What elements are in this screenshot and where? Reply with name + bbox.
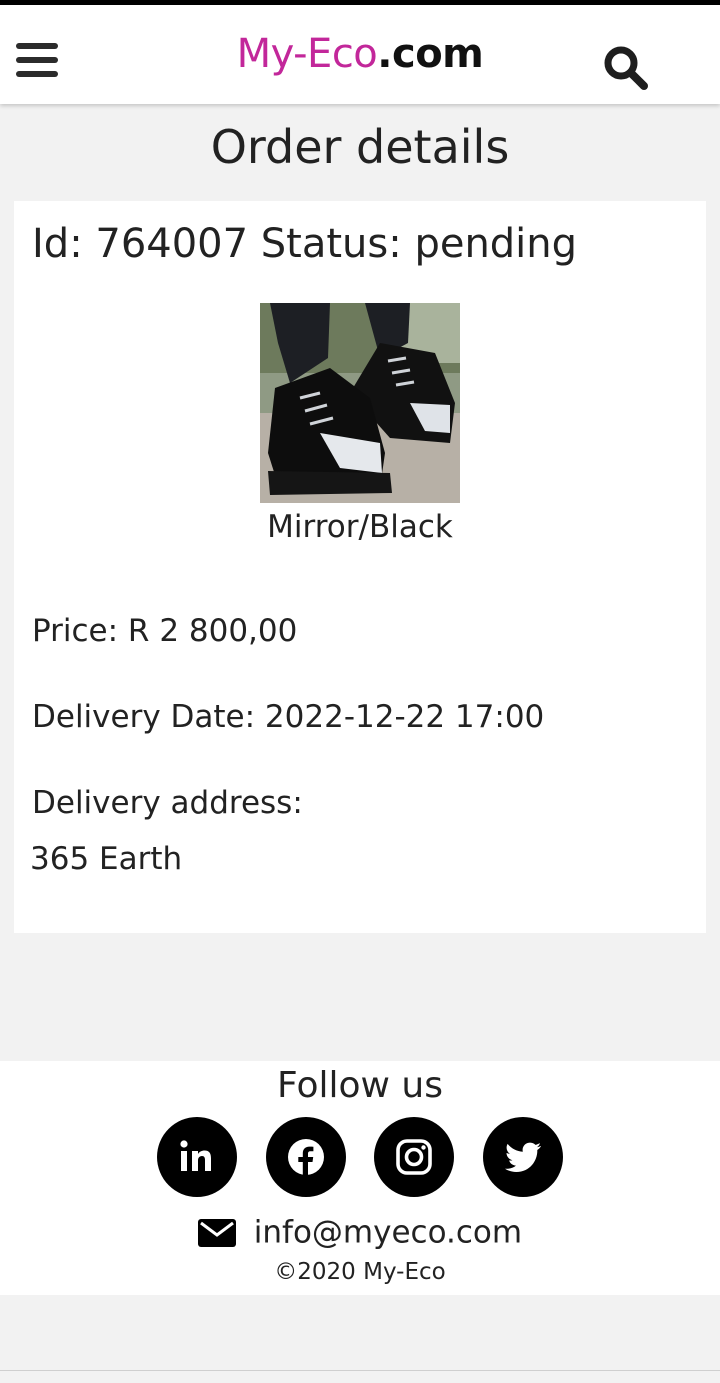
instagram-icon[interactable]	[374, 1117, 454, 1197]
delivery-date: Delivery Date: 2022-12-22 17:00	[32, 699, 545, 735]
order-card: Id: 764007 Status: pending Mirror/Black …	[14, 201, 706, 933]
page-title: Order details	[210, 120, 510, 174]
copyright-text: ©2020 My-Eco	[274, 1259, 446, 1285]
product-variant: Mirror/Black	[267, 509, 453, 545]
product-image	[260, 303, 460, 503]
order-price: Price: R 2 800,00	[32, 613, 298, 649]
contact-email-row: info@myeco.com	[0, 1213, 720, 1251]
linkedin-icon[interactable]	[157, 1117, 237, 1197]
site-footer: Follow us info@myeco.com ©2020 My-Eco	[0, 1061, 720, 1295]
twitter-icon[interactable]	[483, 1117, 563, 1197]
delivery-address-label: Delivery address:	[32, 785, 303, 821]
order-id-status: Id: 764007 Status: pending	[32, 221, 578, 267]
envelope-icon	[197, 1218, 236, 1247]
follow-us-heading: Follow us	[277, 1065, 443, 1106]
search-icon[interactable]	[601, 43, 649, 91]
contact-email-link[interactable]: info@myeco.com	[254, 1215, 522, 1251]
facebook-icon[interactable]	[266, 1117, 346, 1197]
delivery-address-value: 365 Earth	[30, 841, 183, 877]
logo-brand: My-Eco	[236, 31, 378, 77]
top-app-bar: My-Eco.com	[0, 5, 720, 104]
bottom-divider	[0, 1370, 720, 1371]
logo-tld: .com	[377, 31, 484, 77]
